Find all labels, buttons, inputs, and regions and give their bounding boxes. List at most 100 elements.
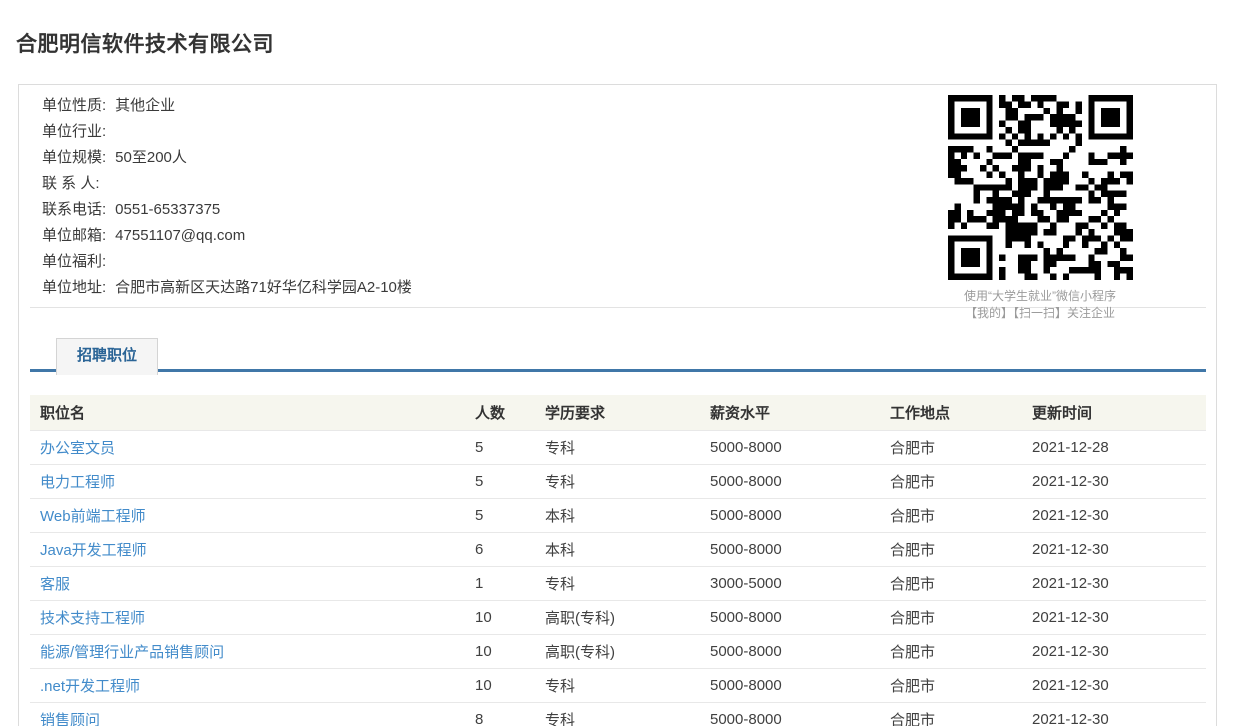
field-label: 联系电话: [42, 201, 106, 218]
cell-headcount: 1 [465, 566, 535, 600]
qr-section: 使用“大学生就业”微信小程序 【我的】【扫一扫】关注企业 [935, 95, 1145, 322]
field-value: 47551107@qq.com [115, 227, 245, 244]
col-header-education: 学历要求 [535, 395, 700, 430]
cell-education: 本科 [535, 532, 700, 566]
col-header-salary: 薪资水平 [700, 395, 880, 430]
field-label: 单位行业: [42, 123, 106, 140]
tab-recruit-positions[interactable]: 招聘职位 [56, 338, 158, 375]
field-label: 单位性质: [42, 97, 106, 114]
field-value: 其他企业 [115, 97, 175, 114]
cell-position-name: 电力工程师 [30, 464, 465, 498]
field-label: 单位福利: [42, 253, 106, 270]
cell-education: 专科 [535, 668, 700, 702]
cell-salary: 5000-8000 [700, 600, 880, 634]
cell-location: 合肥市 [880, 668, 1022, 702]
cell-headcount: 10 [465, 668, 535, 702]
cell-location: 合肥市 [880, 634, 1022, 668]
cell-position-name: Java开发工程师 [30, 532, 465, 566]
cell-headcount: 5 [465, 464, 535, 498]
tabs-bar: 招聘职位 [30, 338, 1206, 372]
cell-update-time: 2021-12-30 [1022, 668, 1206, 702]
jobs-table-body: 办公室文员5专科5000-8000合肥市2021-12-28电力工程师5专科50… [30, 430, 1206, 726]
cell-education: 专科 [535, 464, 700, 498]
field-value: 0551-65337375 [115, 201, 220, 218]
col-header-location: 工作地点 [880, 395, 1022, 430]
table-header-row: 职位名 人数 学历要求 薪资水平 工作地点 更新时间 [30, 395, 1206, 430]
cell-position-name: 客服 [30, 566, 465, 600]
cell-education: 本科 [535, 498, 700, 532]
job-link[interactable]: Java开发工程师 [40, 542, 147, 559]
cell-location: 合肥市 [880, 430, 1022, 464]
cell-headcount: 10 [465, 634, 535, 668]
cell-position-name: 技术支持工程师 [30, 600, 465, 634]
cell-education: 高职(专科) [535, 600, 700, 634]
cell-update-time: 2021-12-30 [1022, 498, 1206, 532]
cell-headcount: 5 [465, 430, 535, 464]
job-link[interactable]: 能源/管理行业产品销售顾问 [40, 644, 224, 661]
cell-salary: 5000-8000 [700, 464, 880, 498]
field-value: 合肥市高新区天达路71好华亿科学园A2-10楼 [115, 279, 412, 296]
job-link[interactable]: Web前端工程师 [40, 508, 146, 525]
cell-education: 高职(专科) [535, 634, 700, 668]
qr-caption-line1: 使用“大学生就业”微信小程序 [935, 288, 1145, 305]
qr-code-icon [948, 95, 1133, 280]
table-row: 能源/管理行业产品销售顾问 10高职(专科)5000-8000合肥市2021-12… [30, 634, 1206, 668]
cell-update-time: 2021-12-28 [1022, 430, 1206, 464]
job-link[interactable]: 销售顾问 [40, 712, 100, 726]
cell-location: 合肥市 [880, 532, 1022, 566]
col-header-position-name: 职位名 [30, 395, 465, 430]
field-label: 单位地址: [42, 279, 106, 296]
cell-position-name: 能源/管理行业产品销售顾问 [30, 634, 465, 668]
cell-location: 合肥市 [880, 702, 1022, 726]
table-row: 客服1专科3000-5000合肥市2021-12-30 [30, 566, 1206, 600]
cell-location: 合肥市 [880, 566, 1022, 600]
cell-education: 专科 [535, 566, 700, 600]
job-link[interactable]: 电力工程师 [40, 474, 115, 491]
table-row: 电力工程师 5专科5000-8000合肥市2021-12-30 [30, 464, 1206, 498]
cell-salary: 5000-8000 [700, 430, 880, 464]
table-row: 办公室文员 5专科5000-8000合肥市2021-12-28 [30, 430, 1206, 464]
field-label: 单位规模: [42, 149, 106, 166]
cell-headcount: 8 [465, 702, 535, 726]
cell-location: 合肥市 [880, 498, 1022, 532]
field-label: 单位邮箱: [42, 227, 106, 244]
job-link[interactable]: 客服 [40, 576, 70, 593]
cell-salary: 5000-8000 [700, 634, 880, 668]
table-row: Java开发工程师 6本科5000-8000合肥市2021-12-30 [30, 532, 1206, 566]
cell-salary: 5000-8000 [700, 532, 880, 566]
col-header-headcount: 人数 [465, 395, 535, 430]
cell-position-name: 销售顾问 [30, 702, 465, 726]
table-row: Web前端工程师 5本科5000-8000合肥市2021-12-30 [30, 498, 1206, 532]
jobs-table: 职位名 人数 学历要求 薪资水平 工作地点 更新时间 办公室文员5专科5000-… [30, 395, 1206, 726]
cell-education: 专科 [535, 702, 700, 726]
company-info-section: 单位性质: 其他企业 单位行业: 单位规模: 50至200人 联 系 人: 联系电话… [30, 85, 1206, 308]
cell-update-time: 2021-12-30 [1022, 600, 1206, 634]
col-header-update-time: 更新时间 [1022, 395, 1206, 430]
table-row: 技术支持工程师 10高职(专科)5000-8000合肥市2021-12-30 [30, 600, 1206, 634]
qr-caption: 使用“大学生就业”微信小程序 【我的】【扫一扫】关注企业 [935, 288, 1145, 322]
field-label: 联 系 人: [42, 175, 100, 192]
cell-salary: 3000-5000 [700, 566, 880, 600]
cell-update-time: 2021-12-30 [1022, 702, 1206, 726]
field-value: 50至200人 [115, 149, 187, 166]
cell-update-time: 2021-12-30 [1022, 532, 1206, 566]
cell-position-name: .net开发工程师 [30, 668, 465, 702]
job-link[interactable]: 办公室文员 [40, 440, 115, 457]
cell-salary: 5000-8000 [700, 668, 880, 702]
cell-education: 专科 [535, 430, 700, 464]
cell-update-time: 2021-12-30 [1022, 464, 1206, 498]
cell-position-name: Web前端工程师 [30, 498, 465, 532]
qr-caption-line2: 【我的】【扫一扫】关注企业 [935, 305, 1145, 322]
job-link[interactable]: .net开发工程师 [40, 678, 140, 695]
cell-headcount: 10 [465, 600, 535, 634]
cell-headcount: 6 [465, 532, 535, 566]
cell-position-name: 办公室文员 [30, 430, 465, 464]
cell-headcount: 5 [465, 498, 535, 532]
job-link[interactable]: 技术支持工程师 [40, 610, 145, 627]
cell-salary: 5000-8000 [700, 702, 880, 726]
company-panel: 单位性质: 其他企业 单位行业: 单位规模: 50至200人 联 系 人: 联系电话… [18, 84, 1217, 726]
cell-location: 合肥市 [880, 464, 1022, 498]
cell-update-time: 2021-12-30 [1022, 634, 1206, 668]
cell-salary: 5000-8000 [700, 498, 880, 532]
cell-location: 合肥市 [880, 600, 1022, 634]
